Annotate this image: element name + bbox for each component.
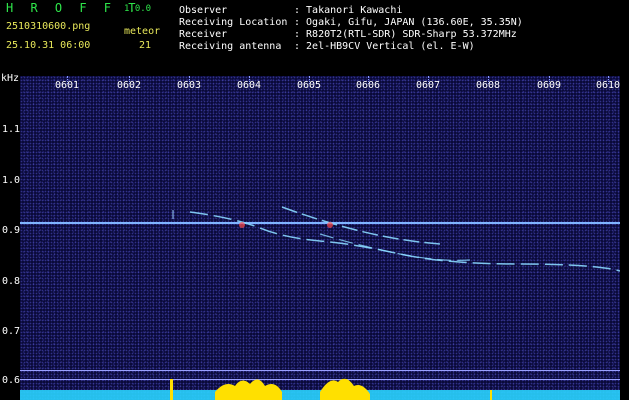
app-version: 1.0.0: [124, 4, 152, 14]
location-value: : Ogaki, Gifu, JAPAN (136.60E, 35.35N): [294, 17, 523, 28]
activity-histogram: [20, 378, 620, 400]
time-label-0605: 0605: [297, 80, 322, 91]
freq-label-0.9: 0.9: [2, 225, 21, 236]
time-label-0607: 0607: [416, 80, 441, 91]
receiver-label: Receiver: [179, 29, 228, 40]
meteor-count: 21: [139, 40, 152, 51]
meteor-label: meteor: [124, 26, 161, 37]
time-label-0606: 0606: [356, 80, 381, 91]
y-axis-unit: kHz: [1, 73, 20, 84]
time-label-0610: 0610: [596, 80, 621, 91]
freq-label-0.8: 0.8: [2, 276, 21, 287]
receiver-value: : R820T2(RTL-SDR) SDR-Sharp 53.372MHz: [294, 29, 517, 40]
location-label: Receiving Location: [179, 17, 288, 28]
freq-label-0.6: 0.6: [2, 375, 21, 386]
freq-label-1.1: 1.1: [2, 124, 21, 135]
observer-value: : Takanori Kawachi: [294, 5, 403, 16]
antenna-label: Receiving antenna: [179, 41, 282, 52]
time-label-0603: 0603: [177, 80, 202, 91]
time-label-0608: 0608: [476, 80, 501, 91]
freq-label-1.0: 1.0: [2, 175, 21, 186]
spectrogram-plot: [20, 76, 620, 400]
time-label-0604: 0604: [237, 80, 262, 91]
time-label-0601: 0601: [55, 80, 80, 91]
antenna-value: : 2el-HB9CV Vertical (el. E-W): [294, 41, 475, 52]
file-name: 2510310600.png: [6, 21, 91, 32]
header-panel: H R O F F T 1.0.0 2510310600.png 25.10.3…: [0, 0, 629, 75]
app-title: H R O F F T: [6, 1, 141, 15]
time-label-0609: 0609: [537, 80, 562, 91]
observer-label: Observer: [179, 5, 228, 16]
file-datetime: 25.10.31 06:00: [6, 40, 91, 51]
time-label-0602: 0602: [117, 80, 142, 91]
freq-label-0.7: 0.7: [2, 326, 21, 337]
